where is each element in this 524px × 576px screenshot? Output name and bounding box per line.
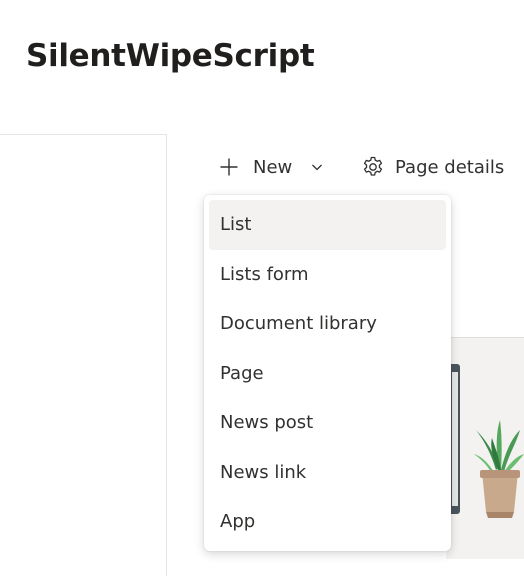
menu-item-label: News post	[220, 412, 314, 434]
menu-item-page[interactable]: Page	[209, 349, 446, 399]
chevron-down-icon	[311, 161, 323, 173]
menu-item-label: Lists form	[220, 263, 309, 285]
plus-icon	[219, 157, 239, 177]
left-navigation-panel	[0, 134, 167, 576]
menu-item-label: Document library	[220, 313, 377, 335]
new-button[interactable]: New	[219, 150, 323, 184]
gear-icon	[361, 155, 385, 179]
page-details-label: Page details	[395, 156, 505, 178]
menu-item-label: List	[220, 214, 252, 236]
plant-illustration	[446, 360, 524, 526]
sharepoint-page: SilentWipeScript New Page details List L…	[0, 0, 524, 576]
menu-item-news-post[interactable]: News post	[209, 398, 446, 448]
menu-item-label: App	[220, 511, 256, 533]
new-dropdown-menu: List Lists form Document library Page Ne…	[204, 195, 451, 551]
menu-item-news-link[interactable]: News link	[209, 448, 446, 498]
new-button-label: New	[253, 156, 293, 178]
menu-item-list[interactable]: List	[209, 200, 446, 250]
menu-item-lists-form[interactable]: Lists form	[209, 250, 446, 300]
menu-item-label: News link	[220, 461, 307, 483]
menu-item-label: Page	[220, 362, 264, 384]
site-title: SilentWipeScript	[26, 38, 315, 74]
page-details-button[interactable]: Page details	[361, 150, 504, 184]
menu-item-app[interactable]: App	[209, 497, 446, 547]
menu-item-document-library[interactable]: Document library	[209, 299, 446, 349]
